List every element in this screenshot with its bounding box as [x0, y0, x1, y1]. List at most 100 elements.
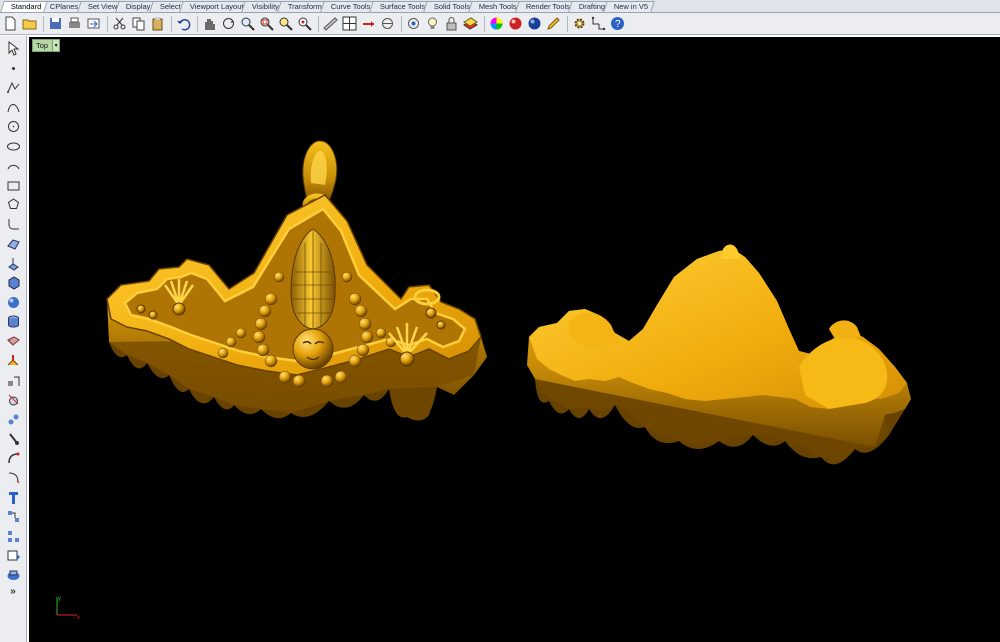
- svg-text:?: ?: [615, 19, 621, 30]
- light-bulb-button[interactable]: [424, 16, 440, 32]
- analyze-tool-button[interactable]: [4, 567, 22, 584]
- help-button[interactable]: ?: [609, 16, 625, 32]
- layer-icon: [462, 17, 478, 30]
- import-button[interactable]: [85, 16, 101, 32]
- copy-button[interactable]: [130, 16, 146, 32]
- more-tools-chevron-icon[interactable]: »: [10, 586, 16, 597]
- layer-button[interactable]: [462, 16, 478, 32]
- mirror-icon: [7, 530, 19, 542]
- dimension-tool-button[interactable]: [4, 372, 22, 389]
- save-button[interactable]: [47, 16, 63, 32]
- undo-button[interactable]: [175, 16, 191, 32]
- toolbar-separator: [484, 15, 485, 32]
- svg-text:y: y: [58, 596, 61, 602]
- zoom-window-icon: [260, 17, 274, 31]
- grid-snap-button[interactable]: [590, 16, 606, 32]
- tab-new-in-v5[interactable]: New in V5: [603, 1, 656, 12]
- circle-tool-button[interactable]: [4, 118, 22, 135]
- fillet-curve-icon: [8, 218, 19, 229]
- tab-surface-tools[interactable]: Surface Tools: [368, 1, 432, 12]
- curve-tool-button[interactable]: [4, 99, 22, 116]
- paste-button[interactable]: [149, 16, 165, 32]
- render-sphere-button[interactable]: [526, 16, 542, 32]
- edit-properties-button[interactable]: [545, 16, 561, 32]
- select-all-button[interactable]: [360, 16, 376, 32]
- box-solid-icon: [8, 276, 19, 290]
- point-tool-button[interactable]: [4, 60, 22, 77]
- pendant-detailed-model[interactable]: [106, 140, 487, 421]
- sphere-solid-tool-button[interactable]: [4, 294, 22, 311]
- cylinder-solid-tool-button[interactable]: [4, 313, 22, 330]
- group-tool-button[interactable]: [4, 411, 22, 428]
- text-tool-button[interactable]: [4, 489, 22, 506]
- main-tool-column: »: [0, 36, 27, 642]
- undo-icon: [176, 19, 190, 31]
- zoom-window-button[interactable]: [258, 16, 274, 32]
- cut-button[interactable]: [111, 16, 127, 32]
- pan-hand-icon: [204, 19, 215, 30]
- hide-objects-icon: [381, 18, 393, 29]
- point-icon: [11, 66, 15, 70]
- tab-label: Select: [159, 2, 181, 11]
- jewelry-model-render[interactable]: [29, 37, 1000, 642]
- zoom-extents-button[interactable]: [277, 16, 293, 32]
- zoom-button[interactable]: [239, 16, 255, 32]
- standard-toolbar: ?: [0, 13, 1000, 35]
- arc-tool-button[interactable]: [4, 157, 22, 174]
- cylinder-solid-icon: [7, 315, 19, 328]
- material-icon: [509, 17, 521, 30]
- ellipse-tool-button[interactable]: [4, 138, 22, 155]
- zoom-selected-button[interactable]: [296, 16, 312, 32]
- tab-label: Standard: [10, 2, 42, 11]
- pan-hand-button[interactable]: [201, 16, 217, 32]
- light-bulb-icon: [427, 17, 437, 29]
- tab-label: Surface Tools: [379, 2, 425, 11]
- select-arrow-tool-button[interactable]: [4, 40, 22, 57]
- extrude-icon: [7, 257, 19, 271]
- surface-tool-button[interactable]: [4, 235, 22, 252]
- settings-gear-button[interactable]: [571, 16, 587, 32]
- explode-tool-button[interactable]: [4, 469, 22, 486]
- transform-tool-button[interactable]: [4, 352, 22, 369]
- lock-button[interactable]: [443, 16, 459, 32]
- save-icon: [49, 18, 61, 29]
- curve-icon: [7, 103, 19, 112]
- print-button[interactable]: [66, 16, 82, 32]
- join-tool-button[interactable]: [4, 450, 22, 467]
- tab-label: Set View: [87, 2, 118, 11]
- trim-tool-button[interactable]: [4, 391, 22, 408]
- polyline-tool-button[interactable]: [4, 79, 22, 96]
- four-viewports-button[interactable]: [341, 16, 357, 32]
- extrude-tool-button[interactable]: [4, 255, 22, 272]
- material-button[interactable]: [507, 16, 523, 32]
- tab-viewport-layout[interactable]: Viewport Layout: [178, 1, 251, 12]
- hide-objects-button[interactable]: [379, 16, 395, 32]
- rectangle-tool-button[interactable]: [4, 177, 22, 194]
- snapshot-tool-button[interactable]: [4, 547, 22, 564]
- box-solid-tool-button[interactable]: [4, 274, 22, 291]
- mesh-tool-button[interactable]: [4, 333, 22, 350]
- mirror-tool-button[interactable]: [4, 528, 22, 545]
- pendant-silhouette-model[interactable]: [527, 244, 911, 465]
- tab-standard[interactable]: Standard: [0, 1, 49, 12]
- arc-icon: [7, 164, 19, 170]
- tab-label: New in V5: [614, 2, 649, 11]
- shade-button[interactable]: [322, 16, 338, 32]
- toolbar-separator: [171, 15, 172, 32]
- open-folder-button[interactable]: [21, 16, 37, 32]
- array-tool-button[interactable]: [4, 508, 22, 525]
- top-viewport[interactable]: Top ▾ x y: [29, 37, 1000, 642]
- new-file-button[interactable]: [2, 16, 18, 32]
- color-wheel-button[interactable]: [488, 16, 504, 32]
- toolbar-separator: [43, 15, 44, 32]
- show-objects-button[interactable]: [405, 16, 421, 32]
- polyline-icon: [6, 81, 19, 93]
- zoom-selected-icon: [298, 17, 312, 31]
- rotate-view-button[interactable]: [220, 16, 236, 32]
- fillet-curve-tool-button[interactable]: [4, 216, 22, 233]
- boolean-tool-button[interactable]: [4, 430, 22, 447]
- transform-icon: [7, 355, 18, 366]
- polygon-tool-button[interactable]: [4, 196, 22, 213]
- snapshot-icon: [7, 550, 20, 561]
- render-sphere-icon: [528, 17, 540, 30]
